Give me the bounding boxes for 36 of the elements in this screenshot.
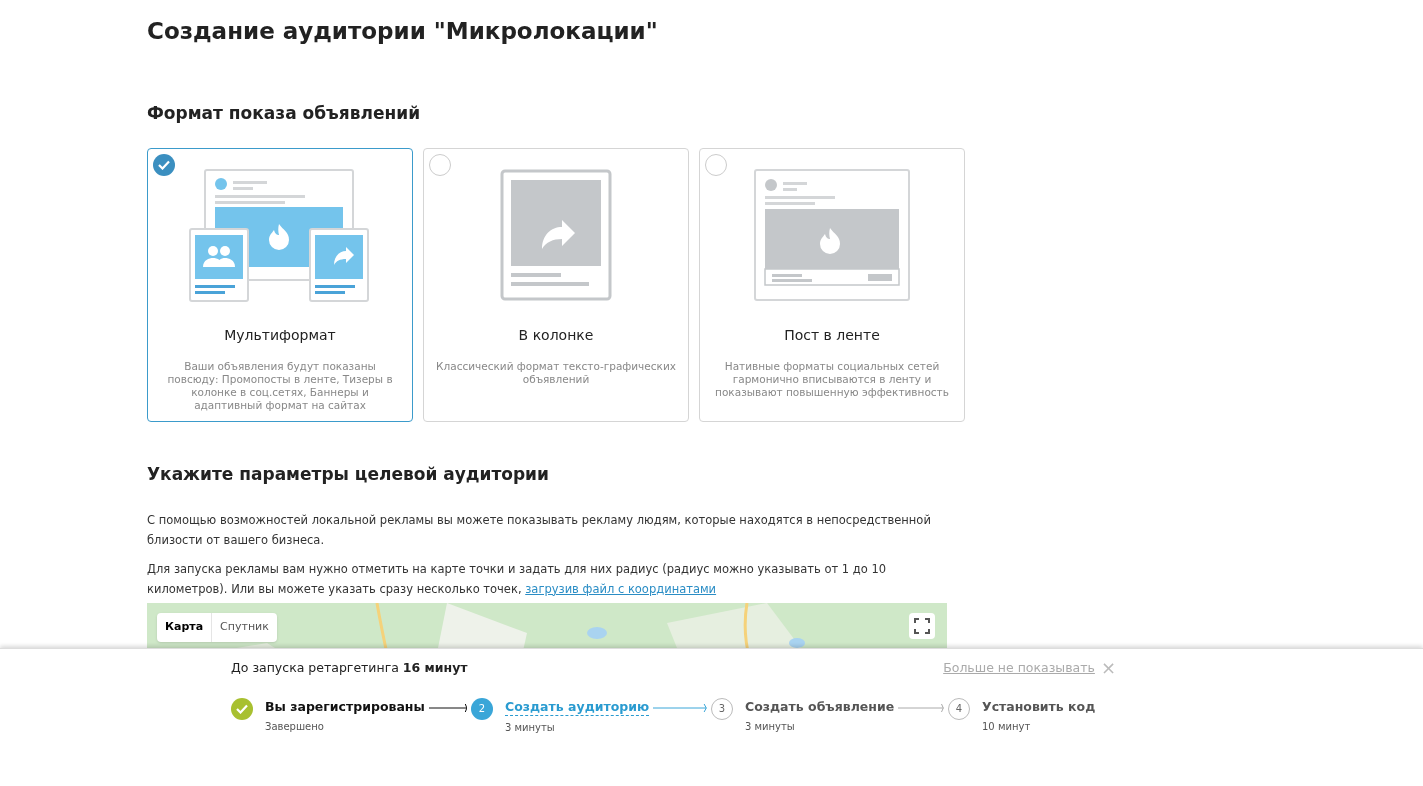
arrow-icon	[653, 702, 707, 713]
checked-radio-icon	[153, 154, 175, 176]
paragraph: С помощью возможностей локальной рекламы вы можете показывать рекламу людям, которые находятся в непосредственной близости от вашего бизнеса.	[147, 511, 932, 549]
radio-icon	[429, 154, 451, 176]
step-number: 3	[711, 697, 733, 720]
card-description: Ваши объявления будут показаны повсюду: Промопосты в ленте, Тизеры в колонке в соц.сетях, Баннеры и адаптивный формат на сайтах	[166, 360, 394, 412]
page-title: Создание аудитории "Микролокации"	[147, 17, 658, 46]
step-number: 4	[948, 697, 970, 720]
upload-link[interactable]: загрузив файл с координатами	[525, 581, 717, 596]
card-description: Классический формат тексто-графических объявлений	[435, 360, 677, 386]
card-title: Мультиформат	[224, 326, 336, 345]
step-duration: 3 минуты	[505, 720, 556, 735]
format-card[interactable]: Мультиформат Ваши объявления будут показаны повсюду: Промопосты в ленте, Тизеры в колонке в соц.сетях, Баннеры и адаптивный формат на сайтах	[147, 148, 413, 422]
card-title: Пост в ленте	[784, 326, 880, 345]
radio-icon	[705, 154, 727, 176]
step-title: Вы зарегистрированы	[265, 697, 425, 715]
format-card[interactable]: В колонке Классический формат тексто-графических объявлений	[423, 148, 689, 422]
step-title: Создать объявление	[745, 697, 895, 715]
paragraph: Для запуска рекламы вам нужно отметить на карте точки и задать для них радиус (радиус можно указывать от 1 до 10 километров). Или вы можете указать сразу несколько точек, загрузив файл с координатами	[147, 560, 888, 598]
map-type-tab[interactable]: Спутник	[211, 612, 277, 642]
arrow-icon	[428, 702, 467, 713]
step-duration: 10 минут	[982, 719, 1032, 734]
fullscreen-icon	[914, 617, 930, 634]
step-number: 2	[471, 697, 493, 720]
fullscreen-button[interactable]	[909, 612, 935, 639]
arrow-icon	[898, 702, 944, 713]
step-title: Установить код	[982, 697, 1096, 715]
timer-text: До запуска ретаргетинга 16 минут	[231, 659, 468, 677]
format-card[interactable]: Пост в ленте Нативные форматы социальных сетей гармонично вписываются в ленту и показывают повышенную эффективность	[699, 148, 965, 422]
card-title: В колонке	[518, 326, 594, 345]
card-description: Нативные форматы социальных сетей гармонично вписываются в ленту и показывают повышенную эффективность	[714, 360, 950, 399]
step-duration: Завершено	[265, 719, 325, 734]
step-duration: 3 минуты	[745, 719, 796, 734]
map-type-tab[interactable]: Карта	[157, 612, 212, 642]
section-heading: Формат показа объявлений	[147, 101, 421, 125]
section-heading: Укажите параметры целевой аудитории	[147, 463, 549, 486]
